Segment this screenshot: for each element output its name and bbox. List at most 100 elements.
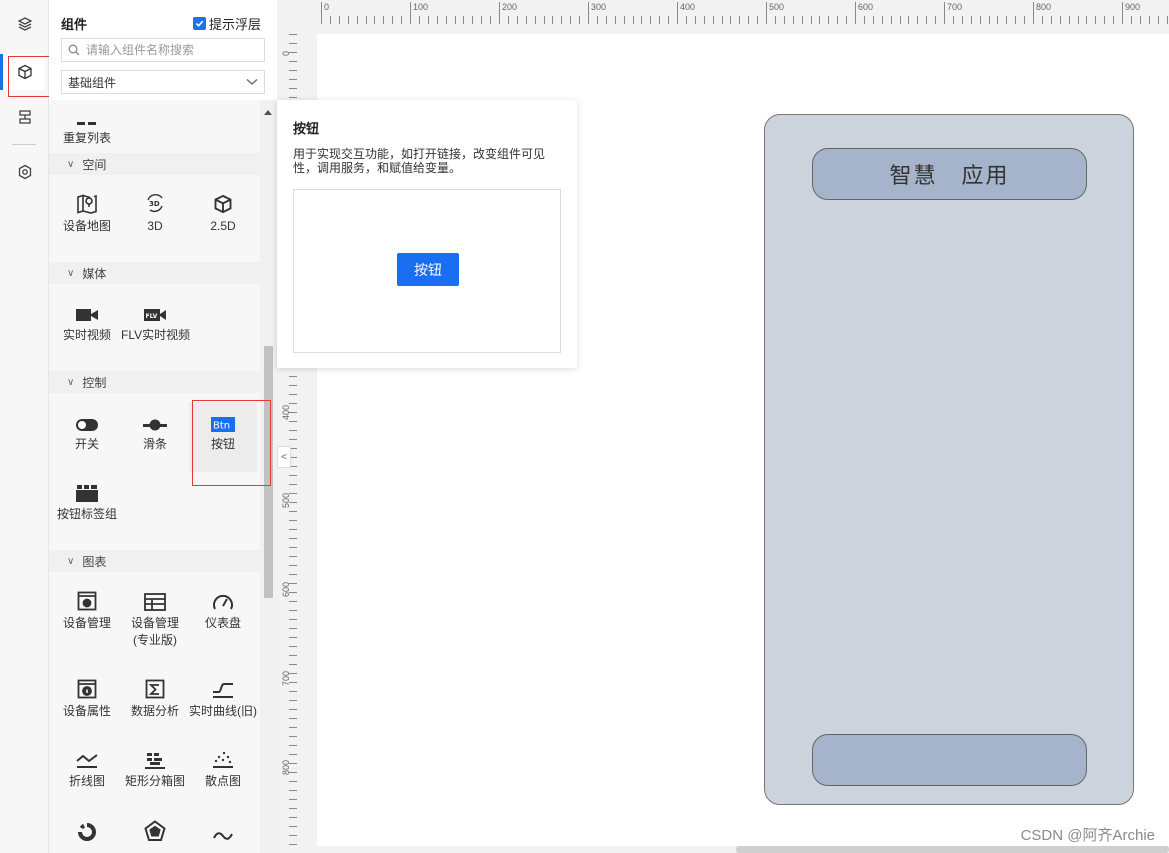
page-list-icon (18, 110, 31, 124)
ruler-tick (289, 826, 297, 827)
component-label: 2.5D (210, 219, 236, 233)
settings-button[interactable] (4, 154, 45, 190)
ruler-tick (436, 16, 438, 24)
component-item-radar[interactable] (121, 812, 189, 853)
ruler-tick (1095, 16, 1097, 24)
component-item-switch[interactable]: 开关 (53, 402, 121, 472)
category-space[interactable]: ∨ 空间 (49, 153, 260, 175)
ruler-tick (472, 16, 474, 24)
ruler-tick (1033, 2, 1034, 24)
search-input[interactable] (86, 43, 256, 57)
line-chart-icon (76, 754, 98, 768)
panel-scrollbar[interactable] (260, 100, 277, 853)
gauge-icon (213, 594, 233, 610)
flv-camera-icon: FLV (144, 309, 166, 321)
ruler-tick (289, 646, 297, 647)
footer-bar[interactable] (812, 734, 1087, 786)
category-chart[interactable]: ∨ 图表 (49, 550, 260, 572)
rail-divider (12, 144, 36, 145)
ruler-tick (721, 16, 723, 24)
table-grid-icon (144, 593, 166, 611)
component-label: 折线图 (68, 774, 105, 788)
hint-checkbox[interactable] (192, 17, 206, 30)
ruler-tick (1059, 16, 1061, 24)
component-item-3d[interactable]: 3D 3D (121, 184, 189, 254)
ruler-tick (917, 16, 919, 24)
component-sublabel: (专业版) (133, 633, 177, 647)
component-item-data-analysis[interactable]: 数据分析 (121, 669, 189, 739)
collapse-panel-button[interactable]: < (277, 446, 291, 468)
ruler-label: 200 (502, 2, 518, 12)
search-box[interactable] (61, 38, 265, 62)
component-item-device-map[interactable]: 设备地图 (53, 184, 121, 254)
ruler-tick (463, 16, 465, 24)
component-item-button-tabs[interactable]: 按钮标签组 (53, 472, 121, 542)
chevron-down-icon (246, 79, 258, 85)
category-control[interactable]: ∨ 控制 (49, 371, 260, 393)
ruler-tick (614, 16, 616, 24)
ruler-tick (1024, 16, 1026, 24)
ruler-tick (819, 16, 821, 24)
svg-text:FLV: FLV (146, 313, 158, 320)
component-label: 仪表盘 (204, 616, 241, 630)
ruler-tick (1122, 2, 1123, 24)
ruler-tick (289, 385, 297, 386)
components-button[interactable] (0, 54, 45, 90)
component-item-device-attr[interactable]: 设备属性 (53, 669, 121, 739)
ruler-tick (730, 16, 732, 24)
component-label: 数据分析 (130, 704, 179, 718)
ruler-tick (289, 439, 297, 440)
ruler-tick (507, 16, 509, 24)
component-item-line-chart[interactable]: 折线图 (53, 739, 121, 809)
ruler-label: 800 (281, 759, 291, 775)
ruler-tick (1104, 16, 1106, 24)
ruler-tick (1130, 16, 1132, 24)
canvas-horizontal-scrollbar[interactable] (736, 846, 1169, 853)
preview-button[interactable]: 按钮 (397, 253, 459, 286)
slider-icon (143, 419, 167, 431)
ruler-tick (703, 16, 705, 24)
pages-button[interactable] (4, 99, 45, 135)
ruler-tick (410, 2, 411, 24)
ruler-tick (641, 16, 643, 24)
component-item-button[interactable]: Btn 按钮 (189, 402, 257, 472)
ruler-tick (579, 16, 581, 24)
hint-toggle[interactable]: 提示浮层 (192, 14, 261, 33)
component-item-flv-video[interactable]: FLV FLV实时视频 (121, 293, 190, 363)
component-item-wave[interactable] (189, 812, 257, 853)
ruler-tick (596, 16, 598, 24)
component-item-device-mgmt[interactable]: 设备管理 (53, 581, 121, 651)
ruler-tick (289, 538, 297, 539)
component-item-gauge[interactable]: 仪表盘 (189, 581, 257, 651)
scatter-icon (213, 751, 233, 768)
layers-button[interactable] (4, 6, 45, 42)
phone-frame[interactable]: 智慧 应用 (764, 114, 1134, 805)
component-item-ring[interactable] (53, 812, 121, 853)
header-bar[interactable]: 智慧 应用 (812, 148, 1087, 200)
ruler-tick (289, 628, 297, 629)
hint-label: 提示浮层 (208, 17, 261, 32)
component-item-rect-box[interactable]: 矩形分箱图 (121, 739, 189, 809)
component-item-realtime-curve[interactable]: 实时曲线(旧) (189, 669, 257, 739)
ruler-tick (837, 16, 839, 24)
ruler-tick (570, 16, 572, 24)
ruler-tick (979, 16, 981, 24)
component-item-device-mgmt-pro[interactable]: 设备管理 (专业版) (121, 581, 189, 667)
ruler-tick (374, 16, 376, 24)
component-item-2-5d[interactable]: 2.5D (189, 184, 257, 254)
ruler-tick (944, 2, 945, 24)
ruler-tick (289, 790, 297, 791)
category-select[interactable]: 基础组件 (61, 70, 265, 94)
ruler-top: 0 100 200 300 400 500 600 700 800 900 (317, 0, 1169, 24)
component-item-scatter[interactable]: 散点图 (189, 739, 257, 809)
ruler-tick (1166, 16, 1168, 24)
component-label: 设备管理 (130, 616, 179, 630)
component-label: 实时视频 (62, 328, 111, 342)
category-media[interactable]: ∨ 媒体 (49, 262, 260, 284)
ruler-tick (289, 34, 297, 35)
ruler-tick (588, 2, 589, 24)
component-item-slider[interactable]: 滑条 (121, 402, 189, 472)
component-item-live-video[interactable]: 实时视频 (53, 293, 121, 363)
scroll-thumb[interactable] (264, 346, 273, 598)
scroll-up-arrow-icon[interactable] (264, 110, 272, 115)
